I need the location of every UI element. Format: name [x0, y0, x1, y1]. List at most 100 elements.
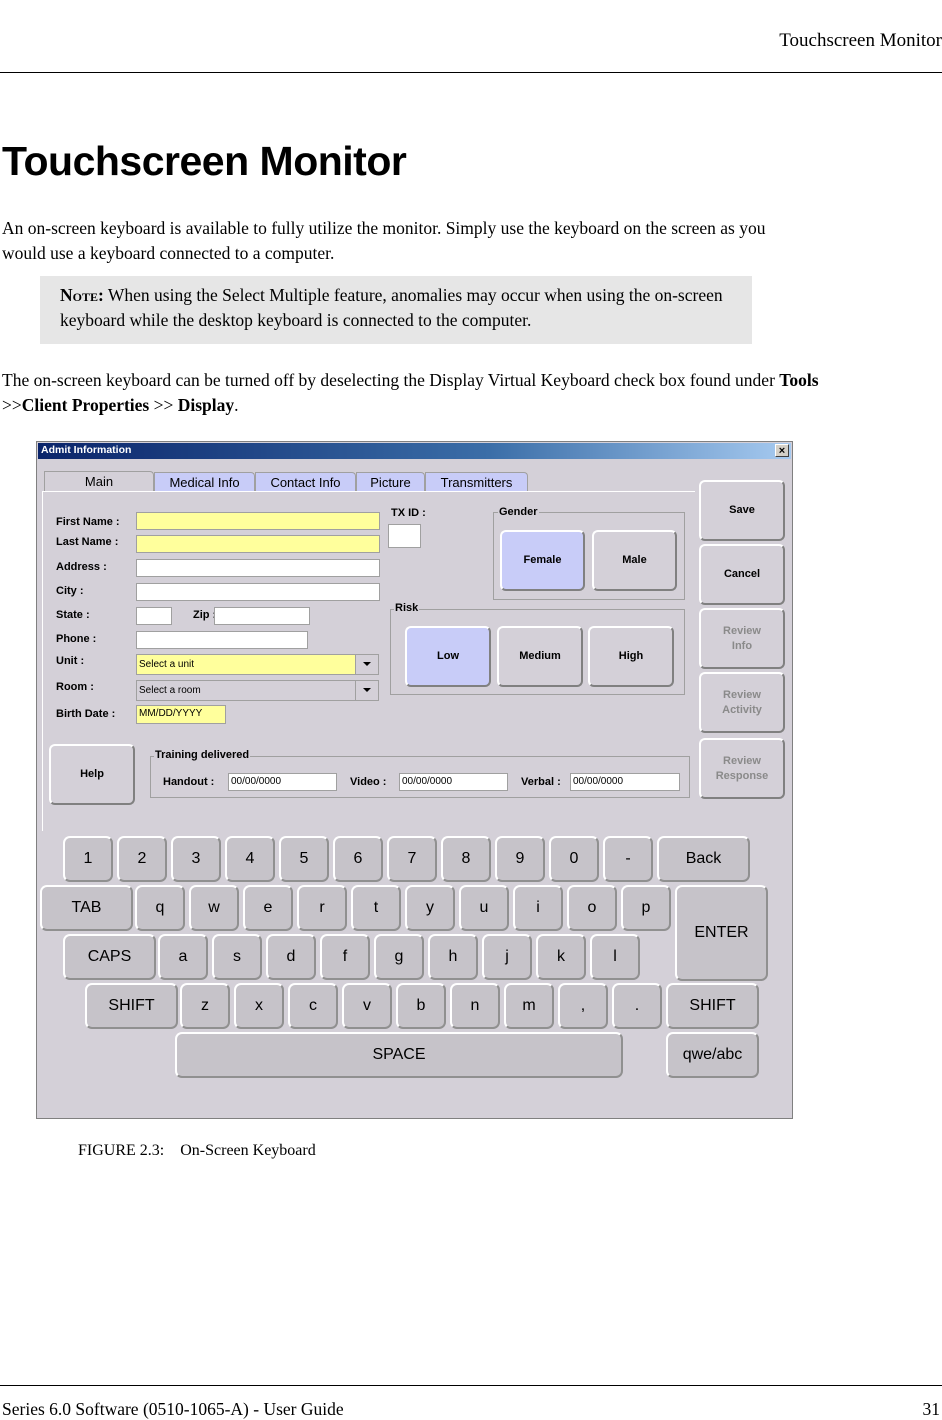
key-u[interactable]: u	[459, 885, 509, 931]
address-field[interactable]	[136, 559, 380, 577]
note-text: Note: When using the Select Multiple fea…	[60, 283, 732, 333]
state-field[interactable]	[136, 607, 172, 625]
key-x[interactable]: x	[234, 983, 284, 1029]
key-g[interactable]: g	[374, 934, 424, 980]
key-8[interactable]: 8	[441, 836, 491, 882]
review-response-button[interactable]: Review Response	[699, 738, 785, 799]
key-3[interactable]: 3	[171, 836, 221, 882]
tx-id-label: TX ID :	[391, 507, 426, 519]
key-comma[interactable]: ,	[558, 983, 608, 1029]
key-q[interactable]: q	[135, 885, 185, 931]
key-l[interactable]: l	[590, 934, 640, 980]
key-back[interactable]: Back	[657, 836, 750, 882]
page-title: Touchscreen Monitor	[2, 138, 407, 184]
chevron-down-icon[interactable]	[355, 681, 378, 700]
tx-id-field[interactable]	[388, 524, 421, 548]
key-shift[interactable]: SHIFT	[666, 983, 759, 1029]
last-name-field[interactable]	[136, 535, 380, 553]
key-enter[interactable]: ENTER	[675, 885, 768, 981]
key-qwe-abc[interactable]: qwe/abc	[666, 1032, 759, 1078]
chevron-down-icon[interactable]	[355, 655, 378, 674]
state-label: State :	[56, 609, 90, 621]
birth-date-field[interactable]: MM/DD/YYYY	[136, 705, 226, 724]
tab-divider	[43, 491, 695, 492]
key-4[interactable]: 4	[225, 836, 275, 882]
phone-field[interactable]	[136, 631, 308, 649]
verbal-field[interactable]: 00/00/0000	[570, 773, 680, 791]
window-title: Admit Information	[41, 444, 132, 456]
city-field[interactable]	[136, 583, 380, 601]
key-s[interactable]: s	[212, 934, 262, 980]
key-period[interactable]: .	[612, 983, 662, 1029]
key-h[interactable]: h	[428, 934, 478, 980]
save-button[interactable]: Save	[699, 480, 785, 541]
risk-high-button[interactable]: High	[588, 626, 674, 687]
gender-male-button[interactable]: Male	[592, 530, 677, 591]
tab-picture[interactable]: Picture	[356, 472, 425, 491]
window-titlebar: Admit Information ×	[38, 443, 791, 459]
footer-document-title: Series 6.0 Software (0510-1065-A) - User…	[2, 1399, 344, 1419]
zip-field[interactable]	[214, 607, 310, 625]
key-y[interactable]: y	[405, 885, 455, 931]
second-paragraph: The on-screen keyboard can be turned off…	[2, 368, 832, 418]
risk-medium-button[interactable]: Medium	[497, 626, 583, 687]
key-7[interactable]: 7	[387, 836, 437, 882]
handout-field[interactable]: 00/00/0000	[228, 773, 337, 791]
key-o[interactable]: o	[567, 885, 617, 931]
review-activity-button[interactable]: Review Activity	[699, 672, 785, 733]
key-p[interactable]: p	[621, 885, 671, 931]
cancel-button[interactable]: Cancel	[699, 544, 785, 605]
key-k[interactable]: k	[536, 934, 586, 980]
key-a[interactable]: a	[158, 934, 208, 980]
review-info-button[interactable]: Review Info	[699, 608, 785, 669]
key-b[interactable]: b	[396, 983, 446, 1029]
close-icon[interactable]: ×	[775, 444, 789, 457]
key-d[interactable]: d	[266, 934, 316, 980]
key-t[interactable]: t	[351, 885, 401, 931]
unit-label: Unit :	[56, 655, 85, 667]
key-5[interactable]: 5	[279, 836, 329, 882]
key-i[interactable]: i	[513, 885, 563, 931]
phone-label: Phone :	[56, 633, 97, 645]
room-select[interactable]: Select a room	[136, 680, 379, 701]
help-button[interactable]: Help	[49, 744, 135, 805]
running-header-title: Touchscreen Monitor	[779, 30, 942, 51]
unit-select-value: Select a unit	[139, 659, 195, 670]
city-label: City :	[56, 585, 84, 597]
key-m[interactable]: m	[504, 983, 554, 1029]
key-caps[interactable]: CAPS	[63, 934, 156, 980]
first-name-field[interactable]	[136, 512, 380, 530]
key-w[interactable]: w	[189, 885, 239, 931]
tab-contact-info[interactable]: Contact Info	[255, 472, 356, 491]
menu-path-tools: Tools	[779, 370, 819, 390]
key-0[interactable]: 0	[549, 836, 599, 882]
video-field[interactable]: 00/00/0000	[399, 773, 508, 791]
unit-select[interactable]: Select a unit	[136, 654, 379, 675]
key-n[interactable]: n	[450, 983, 500, 1029]
key-f[interactable]: f	[320, 934, 370, 980]
tab-medical-info[interactable]: Medical Info	[154, 472, 255, 491]
key-space[interactable]: SPACE	[175, 1032, 623, 1078]
key-shift[interactable]: SHIFT	[85, 983, 178, 1029]
handout-label: Handout :	[163, 776, 215, 788]
figure-caption: FIGURE 2.3: On-Screen Keyboard	[78, 1142, 316, 1159]
key-tab[interactable]: TAB	[40, 885, 133, 931]
risk-low-button[interactable]: Low	[405, 626, 491, 687]
key-j[interactable]: j	[482, 934, 532, 980]
key-c[interactable]: c	[288, 983, 338, 1029]
key-e[interactable]: e	[243, 885, 293, 931]
birth-date-label: Birth Date :	[56, 708, 116, 720]
tab-main[interactable]: Main	[44, 471, 154, 492]
key-6[interactable]: 6	[333, 836, 383, 882]
key-r[interactable]: r	[297, 885, 347, 931]
key-minus[interactable]: -	[603, 836, 653, 882]
key-9[interactable]: 9	[495, 836, 545, 882]
key-1[interactable]: 1	[63, 836, 113, 882]
key-v[interactable]: v	[342, 983, 392, 1029]
gender-female-button[interactable]: Female	[500, 530, 585, 591]
key-2[interactable]: 2	[117, 836, 167, 882]
tab-transmitters[interactable]: Transmitters	[425, 472, 528, 491]
key-z[interactable]: z	[180, 983, 230, 1029]
footer-rule	[0, 1385, 942, 1386]
period: .	[234, 395, 239, 415]
